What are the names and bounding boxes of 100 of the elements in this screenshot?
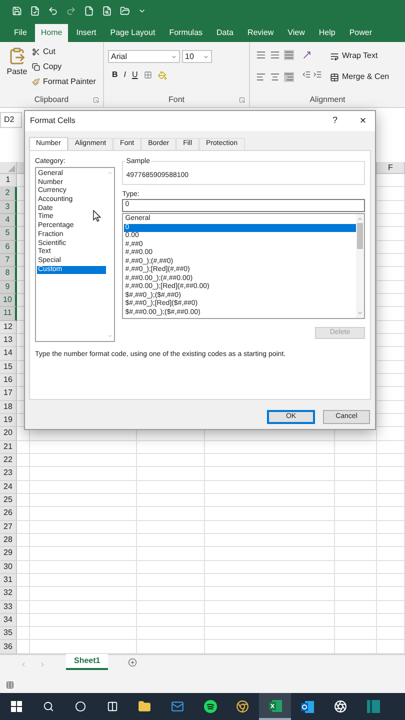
grid-cell[interactable] xyxy=(377,454,405,468)
grid-cell[interactable] xyxy=(17,614,30,628)
grid-cell[interactable] xyxy=(17,520,30,534)
increase-indent-icon[interactable] xyxy=(313,70,322,79)
grid-cell[interactable] xyxy=(30,560,137,574)
grid-cell[interactable] xyxy=(335,587,377,600)
grid-cell[interactable] xyxy=(30,440,137,454)
row-header[interactable]: 18 xyxy=(0,400,17,414)
grid-cell[interactable] xyxy=(17,547,30,561)
grid-cell[interactable] xyxy=(137,534,205,548)
save-icon[interactable] xyxy=(12,6,22,16)
ribbon-tab[interactable]: Page Layout xyxy=(104,24,162,42)
grid-cell[interactable] xyxy=(205,507,335,521)
column-header[interactable]: F xyxy=(377,162,405,173)
row-header[interactable]: 22 xyxy=(0,454,17,468)
browser-icon[interactable] xyxy=(236,700,249,713)
grid-cell[interactable] xyxy=(377,320,405,334)
grid-cell[interactable] xyxy=(335,534,377,548)
row-header[interactable]: 11 xyxy=(0,307,17,321)
grid-cell[interactable] xyxy=(377,494,405,508)
ribbon-tab[interactable]: Help xyxy=(312,24,342,42)
row-header[interactable]: 9 xyxy=(0,280,17,294)
row-header[interactable]: 5 xyxy=(0,227,17,241)
italic-button[interactable]: I xyxy=(124,69,126,81)
grid-cell[interactable] xyxy=(377,467,405,481)
grid-cell[interactable] xyxy=(377,600,405,614)
grid-cell[interactable] xyxy=(137,547,205,561)
scroll-down-icon[interactable] xyxy=(357,310,363,316)
start-icon[interactable] xyxy=(10,701,22,712)
row-header[interactable]: 34 xyxy=(0,614,17,628)
row-header[interactable]: 32 xyxy=(0,587,17,600)
scroll-left-icon[interactable] xyxy=(20,660,27,668)
new-file-icon[interactable] xyxy=(84,6,94,16)
ribbon-tab[interactable]: Insert xyxy=(70,24,102,42)
grid-cell[interactable] xyxy=(137,494,205,508)
grid-cell[interactable] xyxy=(377,627,405,640)
grid-cell[interactable] xyxy=(30,614,137,628)
row-header[interactable]: 1 xyxy=(0,174,17,188)
row-header[interactable]: 23 xyxy=(0,467,17,481)
row-header[interactable]: 2 xyxy=(0,187,17,201)
grid-cell[interactable] xyxy=(377,267,405,281)
copy-button[interactable]: Copy xyxy=(32,61,96,73)
grid-cell[interactable] xyxy=(335,480,377,494)
grid-cell[interactable] xyxy=(137,600,205,614)
grid-cell[interactable] xyxy=(30,547,137,561)
ribbon-tab[interactable]: Formulas xyxy=(163,24,209,42)
dialog-launcher-icon[interactable] xyxy=(93,97,99,103)
row-header[interactable]: 17 xyxy=(0,387,17,401)
row-header[interactable]: 30 xyxy=(0,560,17,574)
wrap-text-button[interactable]: Wrap Text xyxy=(330,50,390,62)
grid-cell[interactable] xyxy=(137,574,205,588)
grid-cell[interactable] xyxy=(377,254,405,268)
ribbon-tab[interactable]: View xyxy=(282,24,311,42)
scroll-right-icon[interactable] xyxy=(39,660,46,668)
row-header[interactable]: 25 xyxy=(0,494,17,508)
grid-cell[interactable] xyxy=(205,574,335,588)
underline-button[interactable]: U xyxy=(132,69,138,81)
print-preview-icon[interactable] xyxy=(102,6,112,16)
grid-cell[interactable] xyxy=(335,467,377,481)
add-sheet-icon[interactable] xyxy=(128,658,138,667)
grid-cell[interactable] xyxy=(335,454,377,468)
grid-cell[interactable] xyxy=(377,400,405,414)
align-bottom-icon[interactable] xyxy=(284,50,294,60)
row-header[interactable]: 27 xyxy=(0,520,17,534)
grid-cell[interactable] xyxy=(377,387,405,401)
app-icon[interactable] xyxy=(367,700,380,713)
grid-cell[interactable] xyxy=(17,440,30,454)
align-top-icon[interactable] xyxy=(256,50,266,60)
row-header[interactable]: 13 xyxy=(0,334,17,348)
grid-cell[interactable] xyxy=(137,614,205,628)
scroll-up-icon[interactable] xyxy=(107,170,114,176)
grid-cell[interactable] xyxy=(377,187,405,201)
grid-cell[interactable] xyxy=(205,614,335,628)
borders-icon[interactable] xyxy=(144,71,152,79)
grid-cell[interactable] xyxy=(17,574,30,588)
row-header[interactable]: 14 xyxy=(0,347,17,361)
grid-cell[interactable] xyxy=(205,467,335,481)
active-app-slot[interactable] xyxy=(259,693,291,720)
grid-cell[interactable] xyxy=(30,480,137,494)
grid-cell[interactable] xyxy=(377,560,405,574)
grid-cell[interactable] xyxy=(137,507,205,521)
folder-icon[interactable] xyxy=(138,700,151,713)
grid-cell[interactable] xyxy=(377,227,405,241)
row-header[interactable]: 26 xyxy=(0,507,17,521)
grid-cell[interactable] xyxy=(377,507,405,521)
grid-cell[interactable] xyxy=(377,294,405,308)
grid-cell[interactable] xyxy=(377,307,405,321)
grid-cell[interactable] xyxy=(205,627,335,640)
row-header[interactable]: 10 xyxy=(0,294,17,308)
bold-button[interactable]: B xyxy=(112,69,118,81)
circle-icon[interactable] xyxy=(74,701,86,712)
grid-cell[interactable] xyxy=(205,560,335,574)
paste-button[interactable]: Paste xyxy=(6,46,28,93)
grid-cell[interactable] xyxy=(137,467,205,481)
grid-cell[interactable] xyxy=(377,547,405,561)
grid-cell[interactable] xyxy=(30,627,137,640)
grid-cell[interactable] xyxy=(377,360,405,374)
grid-cell[interactable] xyxy=(377,347,405,361)
sheet-tab[interactable]: Sheet1 xyxy=(66,654,108,670)
grid-cell[interactable] xyxy=(30,494,137,508)
